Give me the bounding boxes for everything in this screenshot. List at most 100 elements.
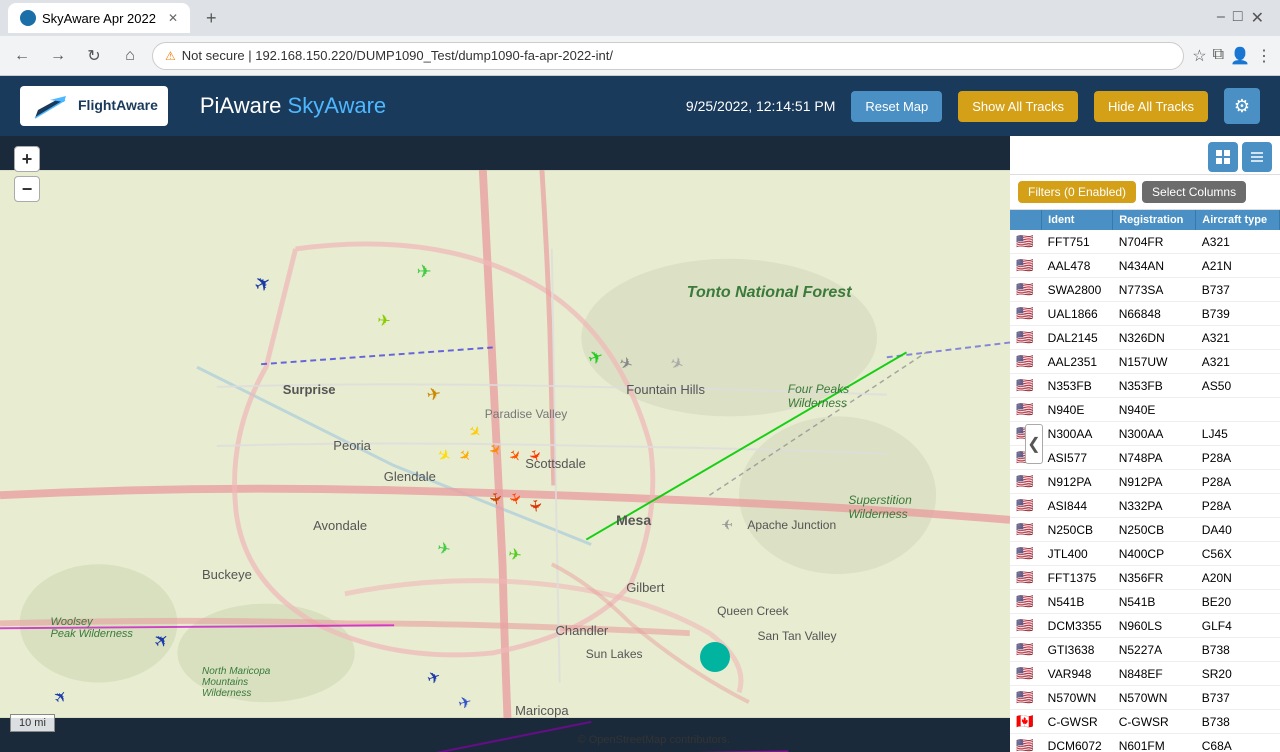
table-row[interactable]: 🇺🇸 SWA2800 N773SA B737 xyxy=(1010,278,1280,302)
cell-type: P28A xyxy=(1196,494,1280,518)
hide-all-tracks-button[interactable]: Hide All Tracks xyxy=(1094,91,1208,122)
table-row[interactable]: 🇺🇸 GTI3638 N5227A B738 xyxy=(1010,638,1280,662)
split-view-icon[interactable]: ⧉ xyxy=(1213,46,1224,66)
cell-type: C68A xyxy=(1196,734,1280,752)
zoom-out-button[interactable]: − xyxy=(14,176,40,202)
new-tab-button[interactable]: + xyxy=(198,8,225,29)
table-row[interactable]: 🇺🇸 N250CB N250CB DA40 xyxy=(1010,518,1280,542)
address-bar[interactable]: ⚠ Not secure | 192.168.150.220/DUMP1090_… xyxy=(152,42,1184,70)
table-row[interactable]: 🇺🇸 DCM3355 N960LS GLF4 xyxy=(1010,614,1280,638)
show-all-tracks-button[interactable]: Show All Tracks xyxy=(958,91,1078,122)
cell-flag: 🇺🇸 xyxy=(1010,470,1042,494)
close-window-icon[interactable]: ✕ xyxy=(1251,8,1264,28)
tab-close-button[interactable]: ✕ xyxy=(168,11,178,25)
cell-ident: GTI3638 xyxy=(1042,638,1113,662)
table-row[interactable]: 🇺🇸 N940E N940E xyxy=(1010,398,1280,422)
window-controls: ⎯ □ ✕ xyxy=(1217,8,1272,28)
menu-icon[interactable]: ⋮ xyxy=(1256,46,1272,66)
back-button[interactable]: ← xyxy=(8,42,36,70)
cell-type xyxy=(1196,398,1280,422)
address-bar-row: ← → ↻ ⌂ ⚠ Not secure | 192.168.150.220/D… xyxy=(0,36,1280,76)
cell-ident: C-GWSR xyxy=(1042,710,1113,734)
aircraft-table-scroll[interactable]: Ident Registration Aircraft type 🇺🇸 FFT7… xyxy=(1010,210,1280,752)
cell-ident: UAL1866 xyxy=(1042,302,1113,326)
cell-registration: N300AA xyxy=(1113,422,1196,446)
cell-ident: N250CB xyxy=(1042,518,1113,542)
table-row[interactable]: 🇺🇸 N541B N541B BE20 xyxy=(1010,590,1280,614)
table-row[interactable]: 🇺🇸 JTL400 N400CP C56X xyxy=(1010,542,1280,566)
table-row[interactable]: 🇺🇸 FFT1375 N356FR A20N xyxy=(1010,566,1280,590)
table-row[interactable]: 🇺🇸 AAL478 N434AN A21N xyxy=(1010,254,1280,278)
col-aircraft-type[interactable]: Aircraft type xyxy=(1196,210,1280,230)
maximize-icon[interactable]: □ xyxy=(1233,8,1243,28)
cell-registration: N356FR xyxy=(1113,566,1196,590)
cell-flag: 🇺🇸 xyxy=(1010,590,1042,614)
settings-button[interactable]: ⚙ xyxy=(1224,88,1260,124)
table-row[interactable]: 🇺🇸 FFT751 N704FR A321 xyxy=(1010,230,1280,254)
cell-registration: N434AN xyxy=(1113,254,1196,278)
bookmark-icon[interactable]: ☆ xyxy=(1192,46,1206,66)
cell-ident: JTL400 xyxy=(1042,542,1113,566)
cell-registration: N326DN xyxy=(1113,326,1196,350)
table-row[interactable]: 🇺🇸 N912PA N912PA P28A xyxy=(1010,470,1280,494)
home-button[interactable]: ⌂ xyxy=(116,42,144,70)
minimize-icon[interactable]: ⎯ xyxy=(1217,8,1225,28)
table-row[interactable]: 🇺🇸 DCM6072 N601FM C68A xyxy=(1010,734,1280,752)
map-container[interactable]: Surprise Peoria Glendale Avondale Buckey… xyxy=(0,136,1010,752)
cell-registration: N570WN xyxy=(1113,686,1196,710)
table-row[interactable]: 🇺🇸 N300AA N300AA LJ45 xyxy=(1010,422,1280,446)
cell-registration: N912PA xyxy=(1113,470,1196,494)
col-registration[interactable]: Registration xyxy=(1113,210,1196,230)
cell-ident: N353FB xyxy=(1042,374,1113,398)
cell-type: A20N xyxy=(1196,566,1280,590)
cell-flag: 🇺🇸 xyxy=(1010,302,1042,326)
sidebar-collapse-button[interactable]: ❮ xyxy=(1025,424,1043,464)
tab-title: SkyAware Apr 2022 xyxy=(42,11,156,26)
cell-flag: 🇺🇸 xyxy=(1010,374,1042,398)
cell-ident: DCM3355 xyxy=(1042,614,1113,638)
cell-registration: N66848 xyxy=(1113,302,1196,326)
cell-registration: N704FR xyxy=(1113,230,1196,254)
table-row[interactable]: 🇨🇦 C-GWSR C-GWSR B738 xyxy=(1010,710,1280,734)
forward-button[interactable]: → xyxy=(44,42,72,70)
cell-flag: 🇺🇸 xyxy=(1010,398,1042,422)
cell-registration: N5227A xyxy=(1113,638,1196,662)
cell-type: B738 xyxy=(1196,638,1280,662)
cell-registration: C-GWSR xyxy=(1113,710,1196,734)
select-columns-button[interactable]: Select Columns xyxy=(1142,181,1246,203)
table-row[interactable]: 🇺🇸 VAR948 N848EF SR20 xyxy=(1010,662,1280,686)
map-icon-button[interactable] xyxy=(1208,142,1238,172)
map-view-buttons xyxy=(1010,136,1280,175)
table-row[interactable]: 🇺🇸 UAL1866 N66848 B739 xyxy=(1010,302,1280,326)
table-row[interactable]: 🇺🇸 AAL2351 N157UW A321 xyxy=(1010,350,1280,374)
table-row[interactable]: 🇺🇸 DAL2145 N326DN A321 xyxy=(1010,326,1280,350)
grid-icon-button[interactable] xyxy=(1242,142,1272,172)
reload-button[interactable]: ↻ xyxy=(80,42,108,70)
cell-registration: N541B xyxy=(1113,590,1196,614)
cell-ident: N940E xyxy=(1042,398,1113,422)
cell-ident: N541B xyxy=(1042,590,1113,614)
table-row[interactable]: 🇺🇸 ASI577 N748PA P28A xyxy=(1010,446,1280,470)
cell-flag: 🇺🇸 xyxy=(1010,230,1042,254)
main-content: Surprise Peoria Glendale Avondale Buckey… xyxy=(0,136,1280,752)
cell-ident: SWA2800 xyxy=(1042,278,1113,302)
cell-ident: AAL478 xyxy=(1042,254,1113,278)
cell-type: A21N xyxy=(1196,254,1280,278)
cell-ident: ASI577 xyxy=(1042,446,1113,470)
table-row[interactable]: 🇺🇸 ASI844 N332PA P28A xyxy=(1010,494,1280,518)
cell-type: A321 xyxy=(1196,230,1280,254)
cell-flag: 🇺🇸 xyxy=(1010,350,1042,374)
account-icon[interactable]: 👤 xyxy=(1230,46,1250,66)
cell-ident: N570WN xyxy=(1042,686,1113,710)
cell-ident: AAL2351 xyxy=(1042,350,1113,374)
zoom-in-button[interactable]: + xyxy=(14,146,40,172)
table-row[interactable]: 🇺🇸 N570WN N570WN B737 xyxy=(1010,686,1280,710)
col-ident[interactable]: Ident xyxy=(1042,210,1113,230)
active-tab[interactable]: SkyAware Apr 2022 ✕ xyxy=(8,3,190,33)
reset-map-button[interactable]: Reset Map xyxy=(851,91,942,122)
cell-type: B738 xyxy=(1196,710,1280,734)
filters-button[interactable]: Filters (0 Enabled) xyxy=(1018,181,1136,203)
table-row[interactable]: 🇺🇸 N353FB N353FB AS50 xyxy=(1010,374,1280,398)
map-scale: 10 mi xyxy=(10,714,55,732)
cell-type: A321 xyxy=(1196,326,1280,350)
